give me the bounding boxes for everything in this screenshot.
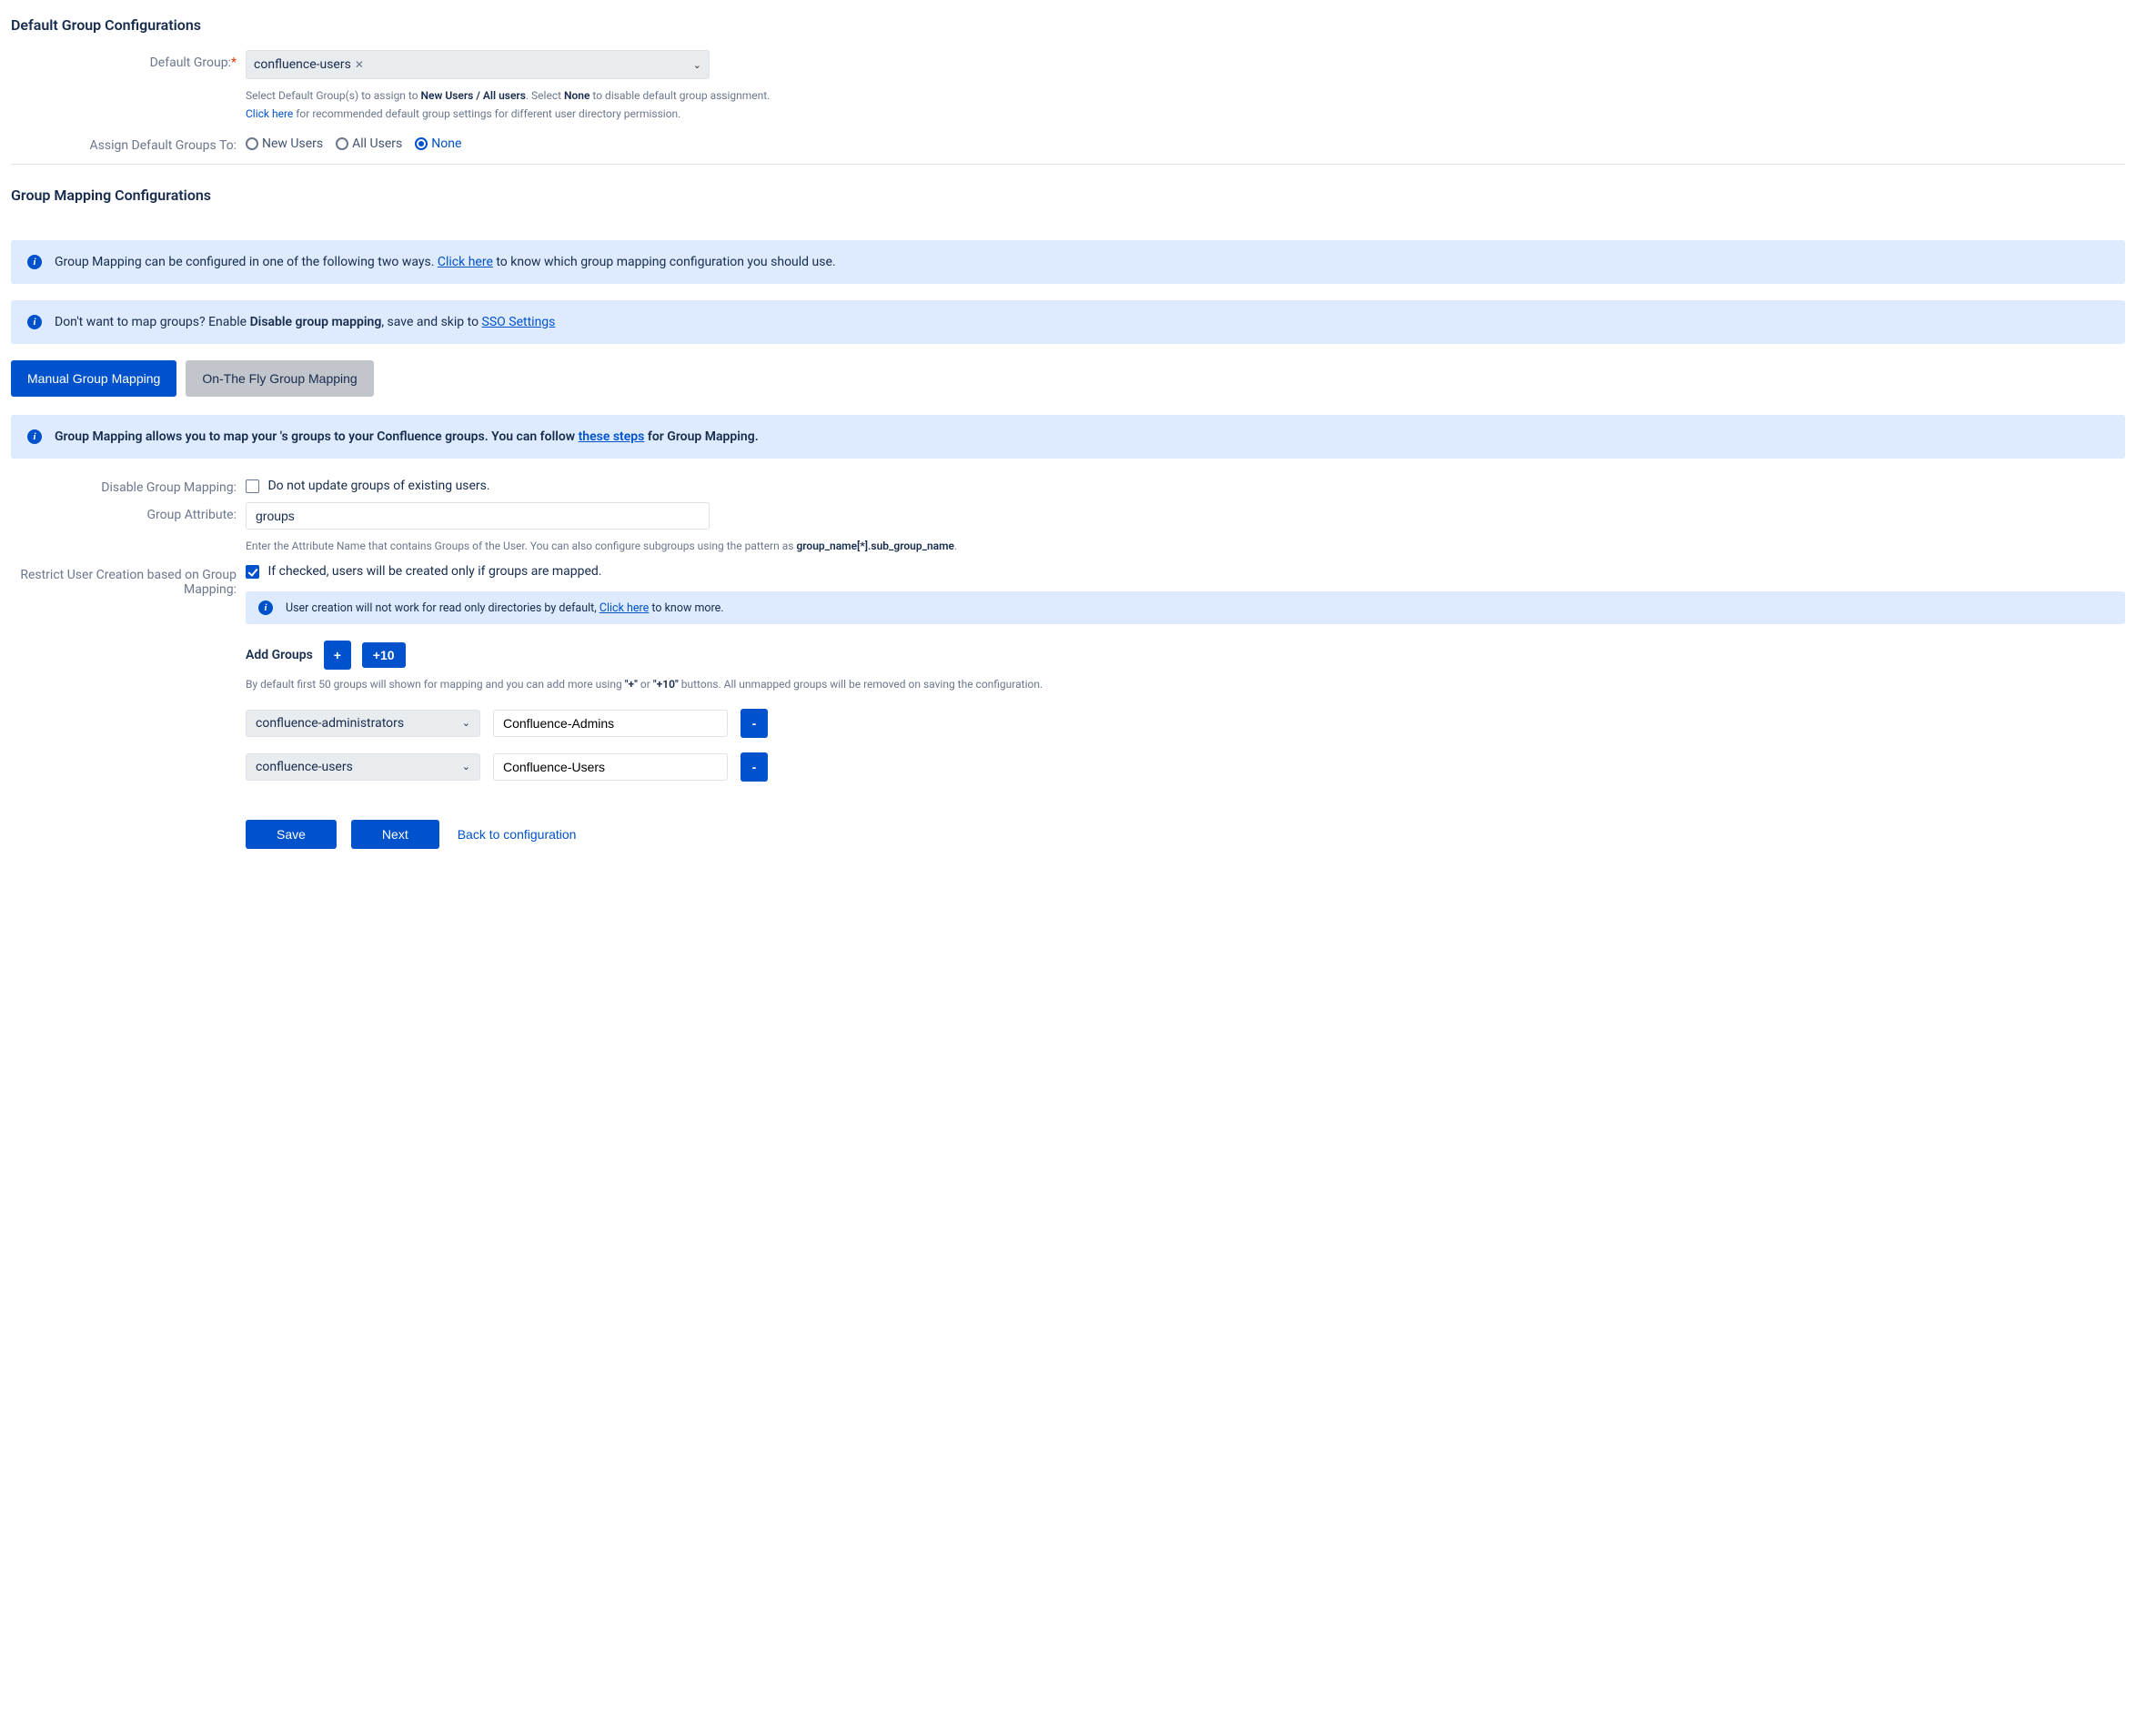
mapping-row: confluence-administrators⌄ - (246, 709, 2125, 738)
group-attribute-input[interactable] (246, 502, 710, 530)
add-groups-help: By default first 50 groups will shown fo… (246, 675, 2125, 693)
tab-manual-mapping[interactable]: Manual Group Mapping (11, 360, 176, 397)
default-group-tag: confluence-users (254, 57, 351, 72)
default-group-select[interactable]: confluence-users ✕ ⌄ (246, 50, 710, 79)
default-group-help-link[interactable]: Click here (246, 107, 293, 120)
radio-icon (336, 137, 348, 150)
restrict-label: Restrict User Creation based on Group Ma… (11, 562, 246, 597)
banner-mapping-steps: i Group Mapping allows you to map your '… (11, 415, 2125, 459)
mapping-group-select[interactable]: confluence-administrators⌄ (246, 710, 480, 737)
info-icon: i (27, 429, 42, 444)
info-icon: i (258, 601, 273, 615)
remove-tag-icon[interactable]: ✕ (355, 58, 364, 71)
add-groups-label: Add Groups (246, 648, 313, 662)
default-group-help: Select Default Group(s) to assign to New… (246, 86, 2125, 124)
save-button[interactable]: Save (246, 820, 337, 849)
next-button[interactable]: Next (351, 820, 439, 849)
radio-icon (246, 137, 258, 150)
these-steps-link[interactable]: these steps (579, 429, 645, 444)
radio-none[interactable]: None (415, 136, 461, 151)
assign-label: Assign Default Groups To: (11, 133, 246, 153)
add-group-plus-button[interactable]: + (324, 641, 351, 670)
default-group-label: Default Group:* (11, 50, 246, 70)
section-default-group-title: Default Group Configurations (11, 16, 2125, 34)
radio-icon (415, 137, 428, 150)
chevron-down-icon: ⌄ (462, 717, 470, 729)
remove-mapping-button[interactable]: - (741, 752, 768, 782)
chevron-down-icon[interactable]: ⌄ (693, 59, 701, 71)
group-attribute-label: Group Attribute: (11, 502, 246, 522)
add-group-plus10-button[interactable]: +10 (362, 642, 406, 668)
sso-settings-link[interactable]: SSO Settings (482, 315, 556, 329)
radio-all-users[interactable]: All Users (336, 136, 402, 151)
info-icon: i (27, 255, 42, 269)
disable-mapping-label: Disable Group Mapping: (11, 475, 246, 495)
remove-mapping-button[interactable]: - (741, 709, 768, 738)
mapping-group-select[interactable]: confluence-users⌄ (246, 753, 480, 781)
group-attribute-help: Enter the Attribute Name that contains G… (246, 537, 2125, 555)
tab-onthefly-mapping[interactable]: On-The Fly Group Mapping (186, 360, 373, 397)
radio-new-users[interactable]: New Users (246, 136, 323, 151)
mapping-target-input[interactable] (493, 753, 728, 781)
mapping-row: confluence-users⌄ - (246, 752, 2125, 782)
mapping-target-input[interactable] (493, 710, 728, 737)
disable-mapping-checkbox[interactable] (246, 479, 259, 493)
section-group-mapping-title: Group Mapping Configurations (11, 187, 2125, 204)
info-icon: i (27, 315, 42, 329)
restrict-info-link[interactable]: Click here (599, 601, 649, 615)
restrict-info-banner: i User creation will not work for read o… (246, 591, 2125, 624)
restrict-checkbox[interactable] (246, 565, 259, 579)
disable-mapping-chk-label: Do not update groups of existing users. (267, 479, 489, 493)
restrict-chk-label: If checked, users will be created only i… (267, 564, 601, 579)
banner-disable-mapping: i Don't want to map groups? Enable Disab… (11, 300, 2125, 344)
banner-mapping-ways: i Group Mapping can be configured in one… (11, 240, 2125, 284)
chevron-down-icon: ⌄ (462, 761, 470, 772)
back-to-config-link[interactable]: Back to configuration (454, 820, 580, 849)
banner-mapping-ways-link[interactable]: Click here (438, 255, 493, 269)
